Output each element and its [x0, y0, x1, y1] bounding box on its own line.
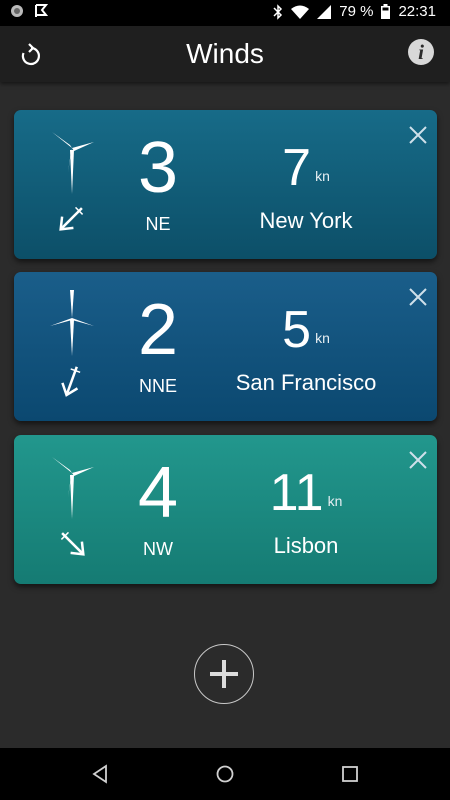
notification-flag-icon [34, 4, 48, 18]
beaufort-number: 3 [137, 128, 179, 208]
wind-turbine-icon [52, 457, 94, 519]
wind-direction-arrow-icon [61, 366, 81, 397]
status-bar: 79 % 22:31 [0, 0, 450, 26]
wind-direction: NW [143, 539, 173, 559]
signal-icon [317, 4, 332, 19]
wind-speed: 7 kn [236, 140, 376, 196]
wind-speed-value: 11 [269, 464, 324, 522]
close-icon[interactable] [407, 449, 429, 471]
wind-direction: NE [145, 214, 171, 234]
wind-speed-value: 7 [282, 139, 312, 197]
wifi-icon [291, 5, 310, 19]
wind-speed: 5 kn [236, 302, 376, 358]
wind-speed: 11 kn [236, 465, 376, 521]
clock: 22:31 [398, 3, 436, 20]
wind-speed-unit: kn [327, 493, 343, 509]
page-title: Winds [186, 38, 264, 69]
wind-speed-unit: kn [315, 168, 330, 184]
close-icon[interactable] [407, 124, 429, 146]
wind-speed-value: 5 [282, 301, 312, 359]
back-icon[interactable] [90, 764, 110, 784]
home-icon[interactable] [215, 764, 235, 784]
city-name: San Francisco [235, 370, 377, 395]
wind-card[interactable]: 3 NE 7 kn New York [14, 110, 437, 259]
wind-turbine-icon [52, 132, 94, 194]
city-name: New York [259, 208, 353, 233]
city-name: Lisbon [273, 533, 339, 558]
close-icon[interactable] [407, 286, 429, 308]
wind-direction-arrow-icon [59, 206, 84, 231]
battery-icon [381, 4, 391, 19]
info-button[interactable]: i [408, 39, 434, 65]
bluetooth-icon [273, 3, 283, 20]
wind-turbine-icon [50, 290, 94, 356]
wind-card[interactable]: 2 NNE 5 kn San Francisco [14, 272, 437, 421]
plus-icon [210, 660, 238, 688]
add-location-button[interactable] [194, 644, 254, 704]
wind-direction-arrow-icon [60, 531, 85, 556]
recents-icon[interactable] [340, 764, 360, 784]
notification-circle-icon [10, 4, 24, 18]
battery-percent: 79 % [339, 3, 374, 20]
wind-speed-unit: kn [315, 330, 330, 346]
app-bar: Winds i [0, 26, 450, 82]
navigation-bar [0, 748, 450, 800]
wind-direction: NNE [138, 376, 177, 396]
beaufort-number: 2 [137, 290, 179, 370]
wind-card[interactable]: 4 NW 11 kn Lisbon [14, 435, 437, 584]
beaufort-number: 4 [137, 453, 179, 533]
